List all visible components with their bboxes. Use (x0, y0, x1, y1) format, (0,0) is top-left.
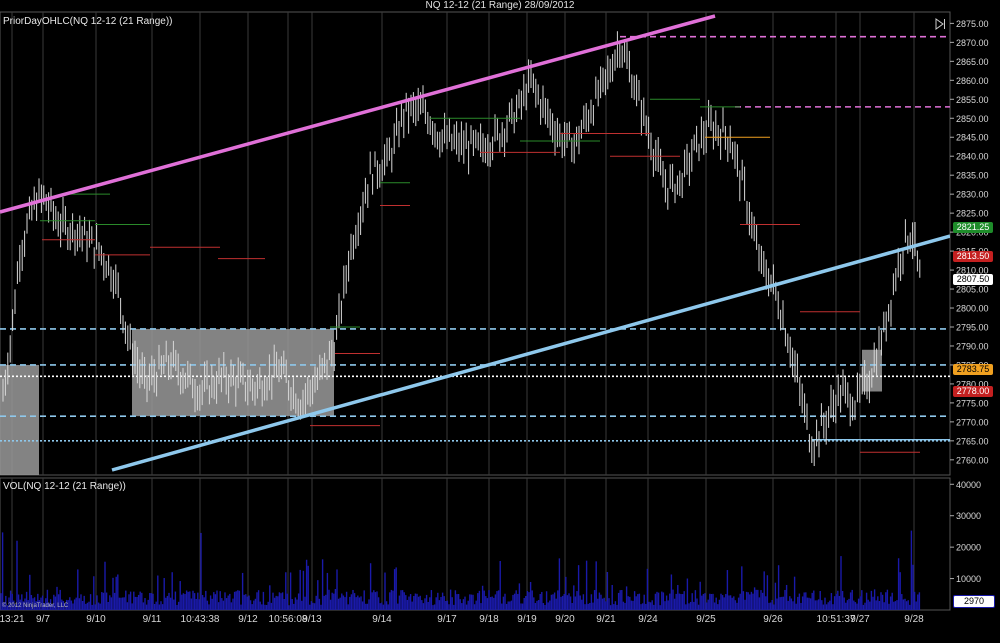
vol-tick-label: 30000 (956, 511, 981, 521)
vol-tick-label: 20000 (956, 543, 981, 553)
y-tick-label: 2830.00 (956, 190, 989, 200)
chart-root: NQ 12-12 (21 Range) 28/09/2012 13:21 9/7 9… (0, 0, 1000, 643)
y-tick-label: 2860.00 (956, 76, 989, 86)
copyright-text: © 2012 NinjaTrader, LLC (2, 603, 69, 609)
x-tick-label: 9/17 (437, 614, 457, 625)
y-tick-label: 2770.00 (956, 417, 989, 427)
chart-canvas[interactable]: 13:21 9/7 9/10 9/11 10:43:38 9/12 10:56:089/13… (0, 0, 1000, 643)
x-tick-label: 13:21 (0, 614, 25, 625)
y-tick-label: 2845.00 (956, 133, 989, 143)
price-tag: 2778.00 (953, 386, 993, 397)
x-tick-label: 9/27 (850, 614, 870, 625)
x-tick-label: 9/12 (238, 614, 258, 625)
y-tick-label: 2875.00 (956, 19, 989, 29)
volume-pane (0, 477, 951, 611)
x-tick-label: 9/13 (302, 614, 322, 625)
x-tick-label: 9/7 (36, 614, 50, 625)
volume-pane-label: VOL(NQ 12-12 (21 Range)) (3, 481, 126, 492)
y-tick-label: 2790.00 (956, 341, 989, 351)
y-tick-label: 2800.00 (956, 304, 989, 314)
vol-tick-label: 40000 (956, 480, 981, 490)
y-tick-label: 2760.00 (956, 455, 989, 465)
price-tag: 2813.50 (953, 251, 993, 263)
x-tick-label: 9/25 (696, 614, 716, 625)
y-tick-label: 2840.00 (956, 152, 989, 162)
y-tick-label: 2855.00 (956, 95, 989, 105)
x-tick-label: 9/19 (517, 614, 537, 625)
x-tick-label: 9/11 (143, 614, 162, 625)
volume-last-tag: 2970 (953, 594, 995, 608)
x-tick-label: 9/18 (479, 614, 499, 625)
price-tag: 2807.50 (953, 274, 993, 286)
vol-tick-label: 10000 (956, 574, 981, 584)
y-tick-label: 2805.00 (956, 285, 989, 295)
scroll-to-end-icon[interactable] (934, 18, 946, 30)
y-tick-label: 2865.00 (956, 57, 989, 67)
x-tick-label: 9/26 (763, 614, 783, 625)
y-tick-label: 2765.00 (956, 436, 989, 446)
y-tick-label: 2795.00 (956, 322, 989, 332)
x-tick-label: 9/20 (555, 614, 575, 625)
price-tag: 2783.75 (953, 364, 993, 376)
price-pane-label: PriorDayOHLC(NQ 12-12 (21 Range)) (3, 16, 173, 27)
price-tag: 2821.25 (953, 221, 993, 233)
x-tick-label: 9/28 (904, 614, 924, 625)
x-tick-label: 10:43:38 (181, 614, 220, 625)
y-tick-label: 2775.00 (956, 398, 989, 408)
x-tick-label: 9/24 (638, 614, 658, 625)
y-tick-label: 2825.00 (956, 209, 989, 219)
x-tick-label: 9/14 (372, 614, 392, 625)
y-tick-label: 2850.00 (956, 114, 989, 124)
y-tick-label: 2870.00 (956, 38, 989, 48)
y-tick-label: 2835.00 (956, 171, 989, 181)
x-tick-label: 9/10 (86, 614, 106, 625)
x-tick-label: 9/21 (596, 614, 616, 625)
